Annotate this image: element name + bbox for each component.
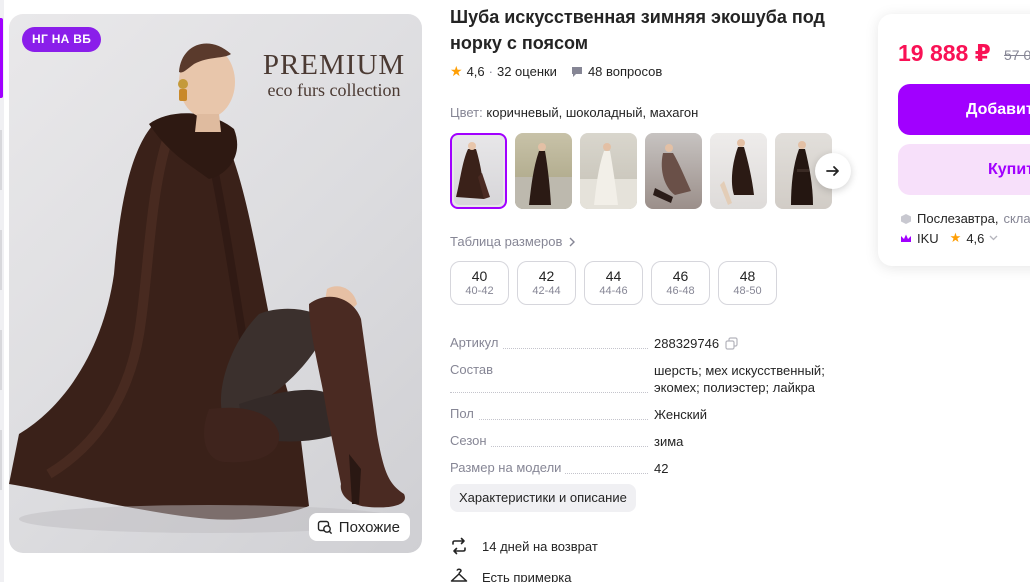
color-row: Цвет: коричневый, шоколадный, махагон bbox=[450, 105, 698, 120]
questions-icon bbox=[571, 66, 582, 77]
size-option[interactable]: 40 40-42 bbox=[450, 261, 509, 305]
size-range: 40-42 bbox=[465, 285, 494, 297]
size-value: 44 bbox=[605, 268, 622, 284]
brand-logo-title: PREMIUM bbox=[262, 49, 406, 81]
star-icon: ★ bbox=[450, 63, 463, 79]
similar-items-label: Похожие bbox=[338, 518, 400, 536]
size-range: 46-48 bbox=[666, 285, 695, 297]
fitting-info: Есть примерка bbox=[450, 568, 572, 582]
buy-now-button[interactable]: Купить bbox=[898, 144, 1030, 195]
color-thumbnails bbox=[450, 133, 832, 209]
thumbnail-strip-edge bbox=[0, 0, 4, 582]
size-table-label: Таблица размеров bbox=[450, 234, 563, 249]
article-number: 288329746 bbox=[654, 336, 720, 351]
characteristics-button[interactable]: Характеристики и описание bbox=[450, 484, 636, 512]
spec-value: 42 bbox=[654, 461, 669, 476]
return-arrows-icon bbox=[452, 537, 466, 555]
reviews-count[interactable]: 32 оценки bbox=[497, 64, 557, 79]
thumbnail-image bbox=[580, 143, 637, 209]
color-thumbnail[interactable] bbox=[515, 133, 572, 209]
similar-items-button[interactable]: Похожие bbox=[308, 513, 410, 541]
seller-rating: 4,6 bbox=[966, 230, 985, 246]
product-title: Шуба искусственная зимняя экошуба под но… bbox=[450, 7, 825, 53]
spec-row: Пол Женский bbox=[450, 406, 840, 423]
arrow-right-icon bbox=[826, 166, 839, 176]
returns-info: 14 дней на возврат bbox=[450, 537, 598, 555]
spec-key: Пол bbox=[450, 406, 478, 421]
size-option[interactable]: 48 48-50 bbox=[718, 261, 777, 305]
new-year-badge: НГ НА ВБ bbox=[22, 27, 102, 52]
old-price: 57 0 bbox=[1004, 47, 1030, 63]
main-product-photo[interactable]: НГ НА ВБ PREMIUM eco furs collection Пох… bbox=[9, 14, 422, 553]
size-range: 48-50 bbox=[733, 285, 762, 297]
rating-separator: · bbox=[488, 64, 493, 79]
thumbnail-edge[interactable] bbox=[0, 430, 2, 490]
size-option[interactable]: 46 46-48 bbox=[651, 261, 710, 305]
thumbnail-edge[interactable] bbox=[0, 330, 2, 390]
spec-key: Артикул bbox=[450, 335, 503, 350]
copy-icon[interactable] bbox=[725, 337, 738, 350]
thumbnail-image bbox=[720, 139, 754, 205]
spec-key: Состав bbox=[450, 362, 498, 377]
spec-value: зима bbox=[654, 434, 684, 449]
returns-label: 14 дней на возврат bbox=[482, 538, 598, 554]
seller-star-icon: ★ bbox=[949, 230, 962, 245]
chevron-right-icon bbox=[569, 237, 576, 246]
spec-key: Сезон bbox=[450, 433, 491, 448]
fitting-label: Есть примерка bbox=[482, 569, 572, 582]
hanger-icon bbox=[450, 568, 468, 582]
size-value: 46 bbox=[672, 268, 689, 284]
current-price: 19 888 ₽ bbox=[898, 40, 991, 66]
add-to-cart-button[interactable]: Добавить bbox=[898, 84, 1030, 135]
size-table-link[interactable]: Таблица размеров bbox=[450, 234, 576, 249]
size-value: 42 bbox=[538, 268, 555, 284]
seller-info[interactable]: IKU ★ 4,6 bbox=[900, 230, 998, 246]
thumbnail-image bbox=[653, 144, 691, 203]
size-option[interactable]: 42 42-44 bbox=[517, 261, 576, 305]
color-label: Цвет: bbox=[450, 105, 483, 120]
delivery-warehouse: склад bbox=[1003, 211, 1030, 226]
spec-key: Размер на модели bbox=[450, 460, 566, 475]
spec-value: Женский bbox=[654, 407, 707, 422]
chevron-down-icon[interactable] bbox=[989, 235, 998, 241]
thumbnails-next-button[interactable] bbox=[815, 153, 851, 189]
product-specs: Артикул 288329746 Состав шерсть; мех иск… bbox=[450, 335, 840, 487]
delivery-day: Послезавтра, bbox=[917, 211, 999, 226]
thumbnail-image bbox=[456, 142, 490, 199]
price-card: 19 888 ₽ 57 0 Добавить Купить Послезавтр… bbox=[878, 14, 1030, 266]
seller-name: IKU bbox=[917, 230, 939, 246]
spec-row: Размер на модели 42 bbox=[450, 460, 840, 477]
questions-count[interactable]: 48 вопросов bbox=[588, 64, 662, 79]
rating-value[interactable]: 4,6 bbox=[467, 64, 485, 79]
size-value: 40 bbox=[471, 268, 488, 284]
spec-row: Сезон зима bbox=[450, 433, 840, 450]
color-thumbnail[interactable] bbox=[645, 133, 702, 209]
brand-logo: PREMIUM eco furs collection bbox=[249, 50, 419, 100]
rating-row: ★ 4,6 · 32 оценки 48 вопросов bbox=[450, 63, 662, 80]
size-range: 44-46 bbox=[599, 285, 628, 297]
color-thumbnail[interactable] bbox=[710, 133, 767, 209]
size-range: 42-44 bbox=[532, 285, 561, 297]
color-thumbnail[interactable] bbox=[450, 133, 507, 209]
crown-icon bbox=[901, 234, 911, 242]
brand-logo-subtitle: eco furs collection bbox=[267, 80, 401, 100]
delivery-info: Послезавтра, склад bbox=[900, 211, 1030, 226]
size-selector: 40 40-42 42 42-44 44 44-46 46 46-48 48 48-50 bbox=[450, 261, 777, 305]
thumbnail-edge[interactable] bbox=[0, 230, 2, 290]
spec-row: Состав шерсть; мех искусственный; экомех… bbox=[450, 362, 840, 396]
spec-row: Артикул 288329746 bbox=[450, 335, 840, 352]
size-option[interactable]: 44 44-46 bbox=[584, 261, 643, 305]
active-thumbnail-indicator bbox=[0, 18, 3, 98]
size-value: 48 bbox=[739, 268, 756, 284]
box-icon bbox=[901, 213, 911, 224]
color-value: коричневый, шоколадный, махагон bbox=[486, 105, 699, 120]
spec-value: шерсть; мех искусственный; экомех; полиэ… bbox=[654, 363, 825, 395]
color-thumbnail[interactable] bbox=[580, 133, 637, 209]
thumbnail-edge[interactable] bbox=[0, 130, 2, 190]
similar-icon bbox=[317, 520, 332, 535]
thumbnail-image bbox=[515, 143, 572, 209]
